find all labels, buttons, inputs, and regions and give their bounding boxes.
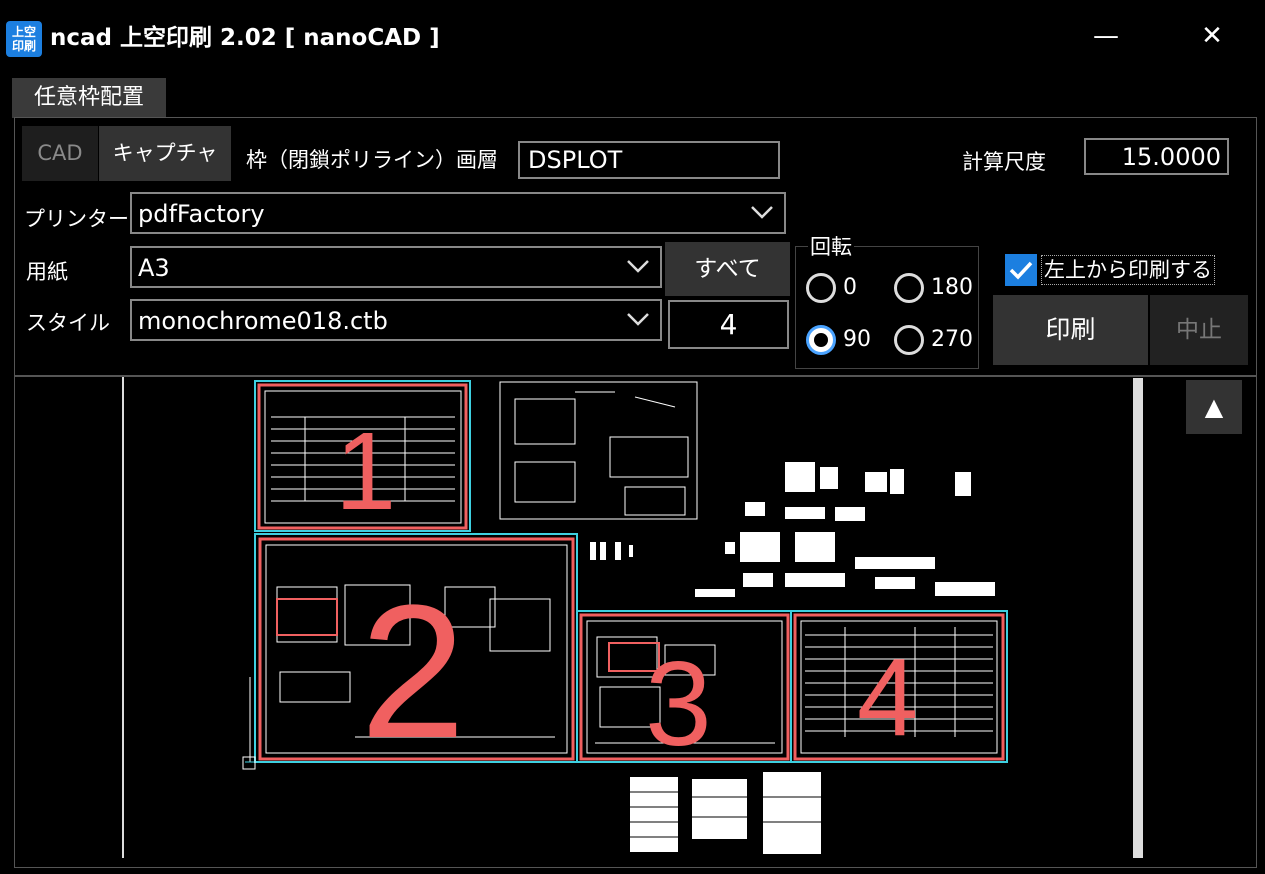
rotation-180-radio[interactable] bbox=[894, 273, 924, 303]
triangle-up-icon: ▲ bbox=[1204, 393, 1224, 421]
left-guide-line bbox=[122, 377, 124, 858]
app-icon: 上空 印刷 bbox=[6, 21, 42, 57]
stop-button[interactable]: 中止 bbox=[1150, 295, 1248, 365]
tab-free-frame-layout[interactable]: 任意枠配置 bbox=[12, 78, 166, 118]
printer-label: プリンター bbox=[24, 207, 129, 231]
close-button[interactable]: ✕ bbox=[1182, 12, 1242, 60]
close-icon: ✕ bbox=[1201, 21, 1223, 51]
scroll-up-button[interactable]: ▲ bbox=[1186, 380, 1242, 434]
frame-layer-label: 枠（閉鎖ポリライン）画層 bbox=[246, 148, 498, 172]
chevron-down-icon bbox=[751, 206, 773, 219]
drawing-sheet-top bbox=[499, 381, 698, 520]
check-icon bbox=[1009, 261, 1033, 280]
print-frame-2: 2 bbox=[242, 533, 578, 778]
minimize-button[interactable]: — bbox=[1076, 12, 1136, 60]
frame-number-3: 3 bbox=[645, 637, 712, 771]
rotation-90-radio[interactable] bbox=[806, 325, 836, 355]
print-frame-3: 3 bbox=[576, 610, 792, 771]
printer-value: pdfFactory bbox=[138, 200, 265, 228]
chevron-down-icon bbox=[627, 260, 649, 273]
app-icon-text-top: 上空 bbox=[11, 25, 36, 39]
minimize-icon: — bbox=[1093, 21, 1119, 51]
frame-number-2: 2 bbox=[360, 566, 466, 778]
print-button[interactable]: 印刷 bbox=[993, 295, 1148, 365]
style-select[interactable]: monochrome018.ctb bbox=[130, 299, 662, 341]
paper-value: A3 bbox=[138, 254, 170, 282]
print-frame-4: 4 bbox=[790, 610, 1008, 763]
frame-number-4: 4 bbox=[857, 636, 918, 759]
source-cad-button[interactable]: CAD bbox=[22, 126, 98, 181]
rotation-180-label: 180 bbox=[931, 275, 973, 300]
style-value: monochrome018.ctb bbox=[138, 307, 388, 335]
print-frame-1: 1 bbox=[254, 380, 471, 533]
top-left-print-label[interactable]: 左上から印刷する bbox=[1041, 255, 1215, 285]
rotation-270-label: 270 bbox=[931, 327, 973, 352]
chevron-down-icon bbox=[627, 313, 649, 326]
rotation-label: 回転 bbox=[808, 232, 854, 262]
paper-select[interactable]: A3 bbox=[130, 246, 662, 288]
vertical-scrollbar[interactable] bbox=[1133, 378, 1143, 858]
preview-canvas[interactable]: 1 2 3 4 bbox=[15, 377, 1256, 858]
scale-label: 計算尺度 bbox=[962, 150, 1046, 174]
all-button[interactable]: すべて bbox=[665, 242, 790, 296]
rotation-0-radio[interactable] bbox=[806, 273, 836, 303]
paper-label: 用紙 bbox=[26, 260, 68, 284]
title-bar: 上空 印刷 ncad 上空印刷 2.02 [ nanoCAD ] — ✕ bbox=[0, 0, 1265, 74]
printer-select[interactable]: pdfFactory bbox=[130, 192, 786, 234]
rotation-90-label: 90 bbox=[843, 327, 871, 352]
top-left-print-checkbox[interactable] bbox=[1005, 254, 1037, 286]
rotation-0-label: 0 bbox=[843, 275, 857, 300]
frame-layer-input[interactable]: DSPLOT bbox=[518, 141, 780, 179]
source-capture-button[interactable]: キャプチャ bbox=[99, 126, 231, 181]
drawing-parts bbox=[590, 462, 995, 597]
count-field[interactable]: 4 bbox=[668, 300, 789, 349]
app-icon-text-bottom: 印刷 bbox=[11, 39, 36, 53]
drawing-tables-bottom bbox=[630, 772, 821, 854]
scale-input[interactable]: 15.0000 bbox=[1084, 138, 1229, 175]
style-label: スタイル bbox=[26, 311, 110, 335]
drawing-preview: 1 2 3 4 bbox=[122, 377, 1008, 858]
window-title: ncad 上空印刷 2.02 [ nanoCAD ] bbox=[50, 25, 440, 51]
frame-number-1: 1 bbox=[335, 410, 396, 533]
rotation-270-radio[interactable] bbox=[894, 325, 924, 355]
